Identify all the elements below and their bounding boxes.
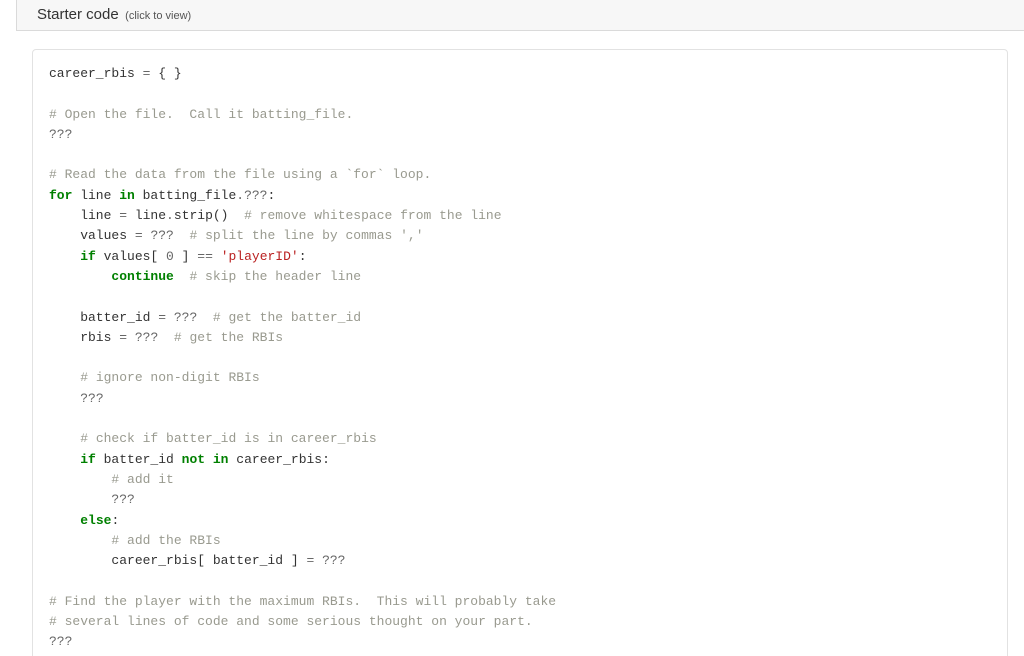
code-token: if — [80, 249, 96, 264]
code-token: == — [197, 249, 213, 264]
code-token: values — [49, 228, 135, 243]
code-token: ??? — [80, 391, 103, 406]
code-token — [49, 513, 80, 528]
code-token: # Open the file. Call it batting_file. — [49, 107, 353, 122]
header-title: Starter code — [37, 6, 119, 23]
code-token — [213, 249, 221, 264]
code-token: else — [80, 513, 111, 528]
code-token: # Read the data from the file using a `f… — [49, 167, 431, 182]
code-token: : — [299, 249, 307, 264]
code-token: batter_id — [49, 310, 158, 325]
code-token: # ignore non-digit RBIs — [80, 370, 259, 385]
code-token: # skip the header line — [189, 269, 361, 284]
code-token: # get the RBIs — [174, 330, 283, 345]
code-token — [49, 391, 80, 406]
code-token: career_rbis — [49, 66, 143, 81]
code-token: career_rbis[ batter_id ] — [49, 553, 306, 568]
code-token — [49, 370, 80, 385]
code-token: # check if batter_id is in career_rbis — [80, 431, 376, 446]
code-token: line — [127, 208, 166, 223]
code-token: batting_file — [135, 188, 236, 203]
code-token: 'playerID' — [221, 249, 299, 264]
code-block: career_rbis = { } # Open the file. Call … — [49, 64, 991, 653]
code-token: : — [267, 188, 275, 203]
code-token — [205, 452, 213, 467]
code-token — [174, 269, 190, 284]
page-root: Starter code (click to view) career_rbis… — [0, 0, 1024, 656]
code-token: rbis — [49, 330, 119, 345]
code-token: ??? — [111, 492, 134, 507]
code-token: = — [135, 228, 143, 243]
code-token: line — [49, 208, 119, 223]
code-token — [197, 310, 213, 325]
code-token — [166, 310, 174, 325]
code-token: = — [119, 330, 127, 345]
code-token: # Find the player with the maximum RBIs.… — [49, 594, 556, 609]
code-token: . — [166, 208, 174, 223]
code-token: = — [158, 310, 166, 325]
code-token — [174, 228, 190, 243]
code-token — [49, 249, 80, 264]
header-hint: (click to view) — [125, 10, 191, 22]
code-token: = — [119, 208, 127, 223]
code-token: # several lines of code and some serious… — [49, 614, 533, 629]
code-token — [158, 330, 174, 345]
code-token: strip() — [174, 208, 244, 223]
code-token: continue — [111, 269, 173, 284]
code-token — [49, 472, 111, 487]
code-token: career_rbis: — [228, 452, 329, 467]
code-token: ??? — [49, 127, 72, 142]
code-token: : — [111, 513, 119, 528]
starter-code-header[interactable]: Starter code (click to view) — [16, 0, 1024, 31]
code-token: # get the batter_id — [213, 310, 361, 325]
code-token: line — [72, 188, 119, 203]
code-token: in — [213, 452, 229, 467]
code-token: { } — [150, 66, 181, 81]
code-token — [49, 492, 111, 507]
code-token: ??? — [49, 634, 72, 649]
code-token: 0 — [166, 249, 174, 264]
code-token: ] — [174, 249, 197, 264]
code-panel: career_rbis = { } # Open the file. Call … — [32, 49, 1008, 656]
code-token: ??? — [135, 330, 158, 345]
code-token — [49, 269, 111, 284]
code-token: . — [236, 188, 244, 203]
code-token: for — [49, 188, 72, 203]
code-token: # add it — [111, 472, 173, 487]
code-token: # remove whitespace from the line — [244, 208, 501, 223]
code-token: ??? — [322, 553, 345, 568]
code-token — [314, 553, 322, 568]
code-token: # split the line by commas ',' — [189, 228, 423, 243]
code-token: not — [182, 452, 205, 467]
code-token — [49, 452, 80, 467]
code-token: batter_id — [96, 452, 182, 467]
code-token — [127, 330, 135, 345]
code-token: ??? — [244, 188, 267, 203]
code-token: if — [80, 452, 96, 467]
code-token — [49, 533, 111, 548]
code-token: in — [119, 188, 135, 203]
code-token: ??? — [150, 228, 173, 243]
code-token: # add the RBIs — [111, 533, 220, 548]
code-token — [49, 431, 80, 446]
code-token: values[ — [96, 249, 166, 264]
code-token: ??? — [174, 310, 197, 325]
